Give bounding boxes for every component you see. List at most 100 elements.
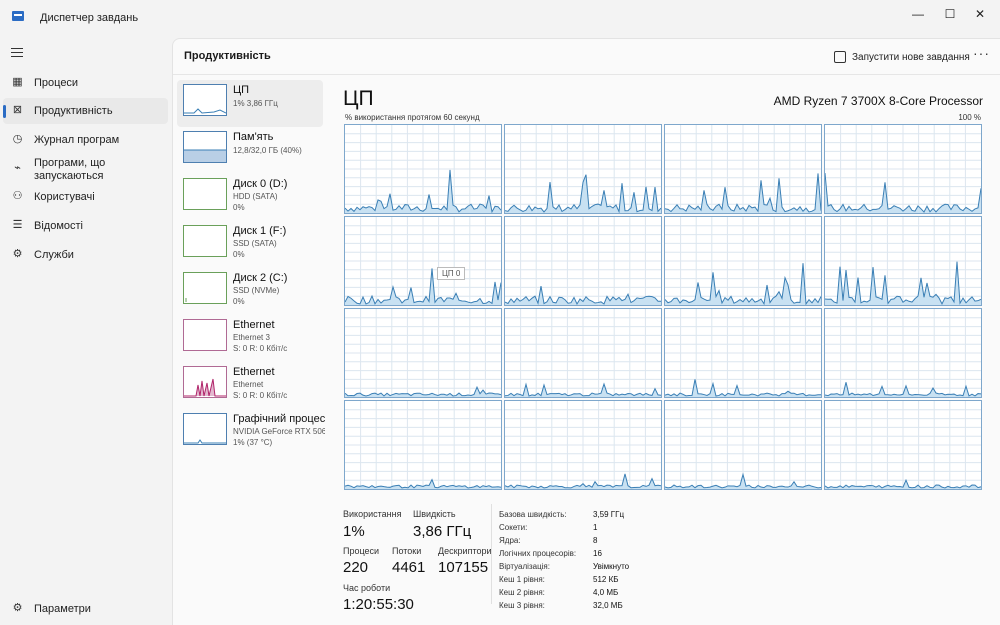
task-manager-icon (12, 11, 24, 21)
nav-item-startup-apps[interactable]: ⌁ Програми, що запускаються (3, 156, 168, 186)
nav-item-label: Процеси (34, 77, 79, 89)
resource-sub: HDD (SATA) (233, 192, 278, 201)
settings-label: Параметри (34, 603, 91, 615)
resource-item-cpu[interactable]: ЦП 1% 3,86 ГГц (177, 80, 323, 127)
nav-item-label: Служби (34, 249, 74, 261)
hamburger-menu-icon[interactable] (11, 48, 23, 58)
cpu-core-graph[interactable] (664, 308, 822, 398)
gpu-thumbnail (183, 413, 227, 445)
spec-label: Базова швидкість: (499, 510, 567, 519)
resource-name: Ethernet (233, 319, 275, 331)
resource-sub-2: 1% (37 °C) (233, 438, 273, 447)
resource-item-disk-2[interactable]: Диск 2 (C:) SSD (NVMe) 0% (177, 268, 323, 315)
handles-label: Дескриптори (438, 546, 492, 556)
cpu-core-graph[interactable] (344, 400, 502, 490)
speed-value: 3,86 ГГц (413, 523, 472, 540)
utilization-axis-label: % використання протягом 60 секунд (345, 113, 480, 122)
spec-label: Кеш 2 рівня: (499, 588, 545, 597)
resource-sub-2: 0% (233, 250, 245, 259)
processes-value: 220 (343, 559, 369, 576)
history-icon: ◷ (12, 133, 23, 145)
nav-item-label: Програми, що запускаються (34, 157, 106, 182)
spec-value: Увімкнуто (593, 562, 630, 571)
startup-icon: ⌁ (14, 162, 21, 174)
resource-item-disk-0[interactable]: Диск 0 (D:) HDD (SATA) 0% (177, 174, 323, 221)
resource-sub: NVIDIA GeForce RTX 5060 (233, 427, 325, 436)
sidebar: ▦ Процеси ⊠ Продуктивність ◷ Журнал прог… (0, 38, 172, 624)
cpu-core-graph[interactable] (504, 308, 662, 398)
resource-sub-2: S: 0 R: 0 Кбіт/с (233, 391, 288, 400)
nav-item-settings[interactable]: ⚙ Параметри (3, 596, 168, 622)
cpu-core-graph[interactable] (344, 124, 502, 214)
nav-item-label: Продуктивність (34, 105, 113, 117)
graph-tooltip: ЦП 0 (437, 267, 466, 280)
nav-item-users[interactable]: ⚇ Користувачі (3, 184, 168, 210)
window-title: Диспетчер завдань (40, 12, 139, 24)
resource-sub-2: S: 0 R: 0 Кбіт/с (233, 344, 288, 353)
resource-name: Ethernet (233, 366, 275, 378)
users-icon: ⚇ (12, 190, 23, 202)
cpu-core-graph[interactable] (504, 400, 662, 490)
cpu-core-graph[interactable] (824, 216, 982, 306)
spec-value: 4,0 МБ (593, 588, 619, 597)
services-icon: ⚙ (12, 248, 23, 260)
maximize-button[interactable]: ☐ (936, 4, 964, 24)
resource-item-memory[interactable]: Пам'ять 12,8/32,0 ГБ (40%) (177, 127, 323, 174)
cpu-core-graph[interactable] (824, 400, 982, 490)
spec-value: 8 (593, 536, 598, 545)
spec-value: 16 (593, 549, 602, 558)
close-button[interactable]: ✕ (966, 4, 994, 24)
resource-sub: SSD (SATA) (233, 239, 277, 248)
cpu-core-graph[interactable] (344, 308, 502, 398)
spec-value: 32,0 МБ (593, 601, 623, 610)
more-options-icon[interactable]: ··· (973, 45, 990, 61)
run-task-icon (834, 51, 846, 63)
threads-value: 4461 (392, 559, 426, 576)
spec-label: Логічних процесорів: (499, 549, 577, 558)
cpu-core-graph[interactable] (504, 124, 662, 214)
cpu-core-graph[interactable] (824, 308, 982, 398)
performance-icon: ⊠ (12, 104, 23, 116)
active-indicator (3, 105, 6, 118)
cpu-core-graph[interactable] (824, 124, 982, 214)
cpu-core-graph[interactable] (664, 400, 822, 490)
run-new-task-label: Запустити нове завдання (852, 51, 970, 63)
nav-item-app-history[interactable]: ◷ Журнал програм (3, 127, 168, 153)
resource-item-ethernet[interactable]: Ethernet Ethernet S: 0 R: 0 Кбіт/с (177, 362, 323, 409)
resource-sub-2: 0% (233, 297, 245, 306)
resource-item-disk-1[interactable]: Диск 1 (F:) SSD (SATA) 0% (177, 221, 323, 268)
resource-name: Диск 1 (F:) (233, 225, 287, 237)
resource-sub: SSD (NVMe) (233, 286, 280, 295)
resource-name: Диск 0 (D:) (233, 178, 288, 190)
nav-item-processes[interactable]: ▦ Процеси (3, 70, 168, 96)
resource-item-ethernet-3[interactable]: Ethernet Ethernet 3 S: 0 R: 0 Кбіт/с (177, 315, 323, 362)
cpu-core-graph[interactable] (664, 124, 822, 214)
resource-name: Графічний процесор 0 (233, 413, 325, 425)
title-bar: Диспетчер завдань — ☐ ✕ (0, 0, 1000, 38)
run-new-task-button[interactable]: Запустити нове завдання (834, 48, 970, 66)
nav-item-label: Користувачі (34, 191, 95, 203)
minimize-button[interactable]: — (904, 4, 932, 24)
spec-label: Сокети: (499, 523, 528, 532)
stats-divider (491, 504, 492, 604)
cpu-core-graph[interactable] (664, 216, 822, 306)
resource-sub: Ethernet 3 (233, 333, 270, 342)
resource-sub-2: 0% (233, 203, 245, 212)
spec-label: Ядра: (499, 536, 521, 545)
processes-icon: ▦ (12, 76, 23, 88)
speed-label: Швидкість (413, 509, 456, 519)
resource-item-gpu[interactable]: Графічний процесор 0 NVIDIA GeForce RTX … (177, 409, 325, 456)
spec-value: 3,59 ГГц (593, 510, 625, 519)
ethernet-3-thumbnail (183, 319, 227, 351)
cpu-title: ЦП (343, 87, 374, 110)
nav-item-performance[interactable]: ⊠ Продуктивність (3, 98, 168, 124)
nav-item-details[interactable]: ☰ Відомості (3, 213, 168, 239)
cpu-core-graph[interactable] (504, 216, 662, 306)
uptime-value: 1:20:55:30 (343, 596, 414, 613)
disk-1-thumbnail (183, 225, 227, 257)
nav-item-services[interactable]: ⚙ Служби (3, 242, 168, 268)
disk-2-thumbnail (183, 272, 227, 304)
resource-name: Диск 2 (C:) (233, 272, 288, 284)
spec-label: Віртуалізація: (499, 562, 550, 571)
cpu-core-graph[interactable] (344, 216, 502, 306)
